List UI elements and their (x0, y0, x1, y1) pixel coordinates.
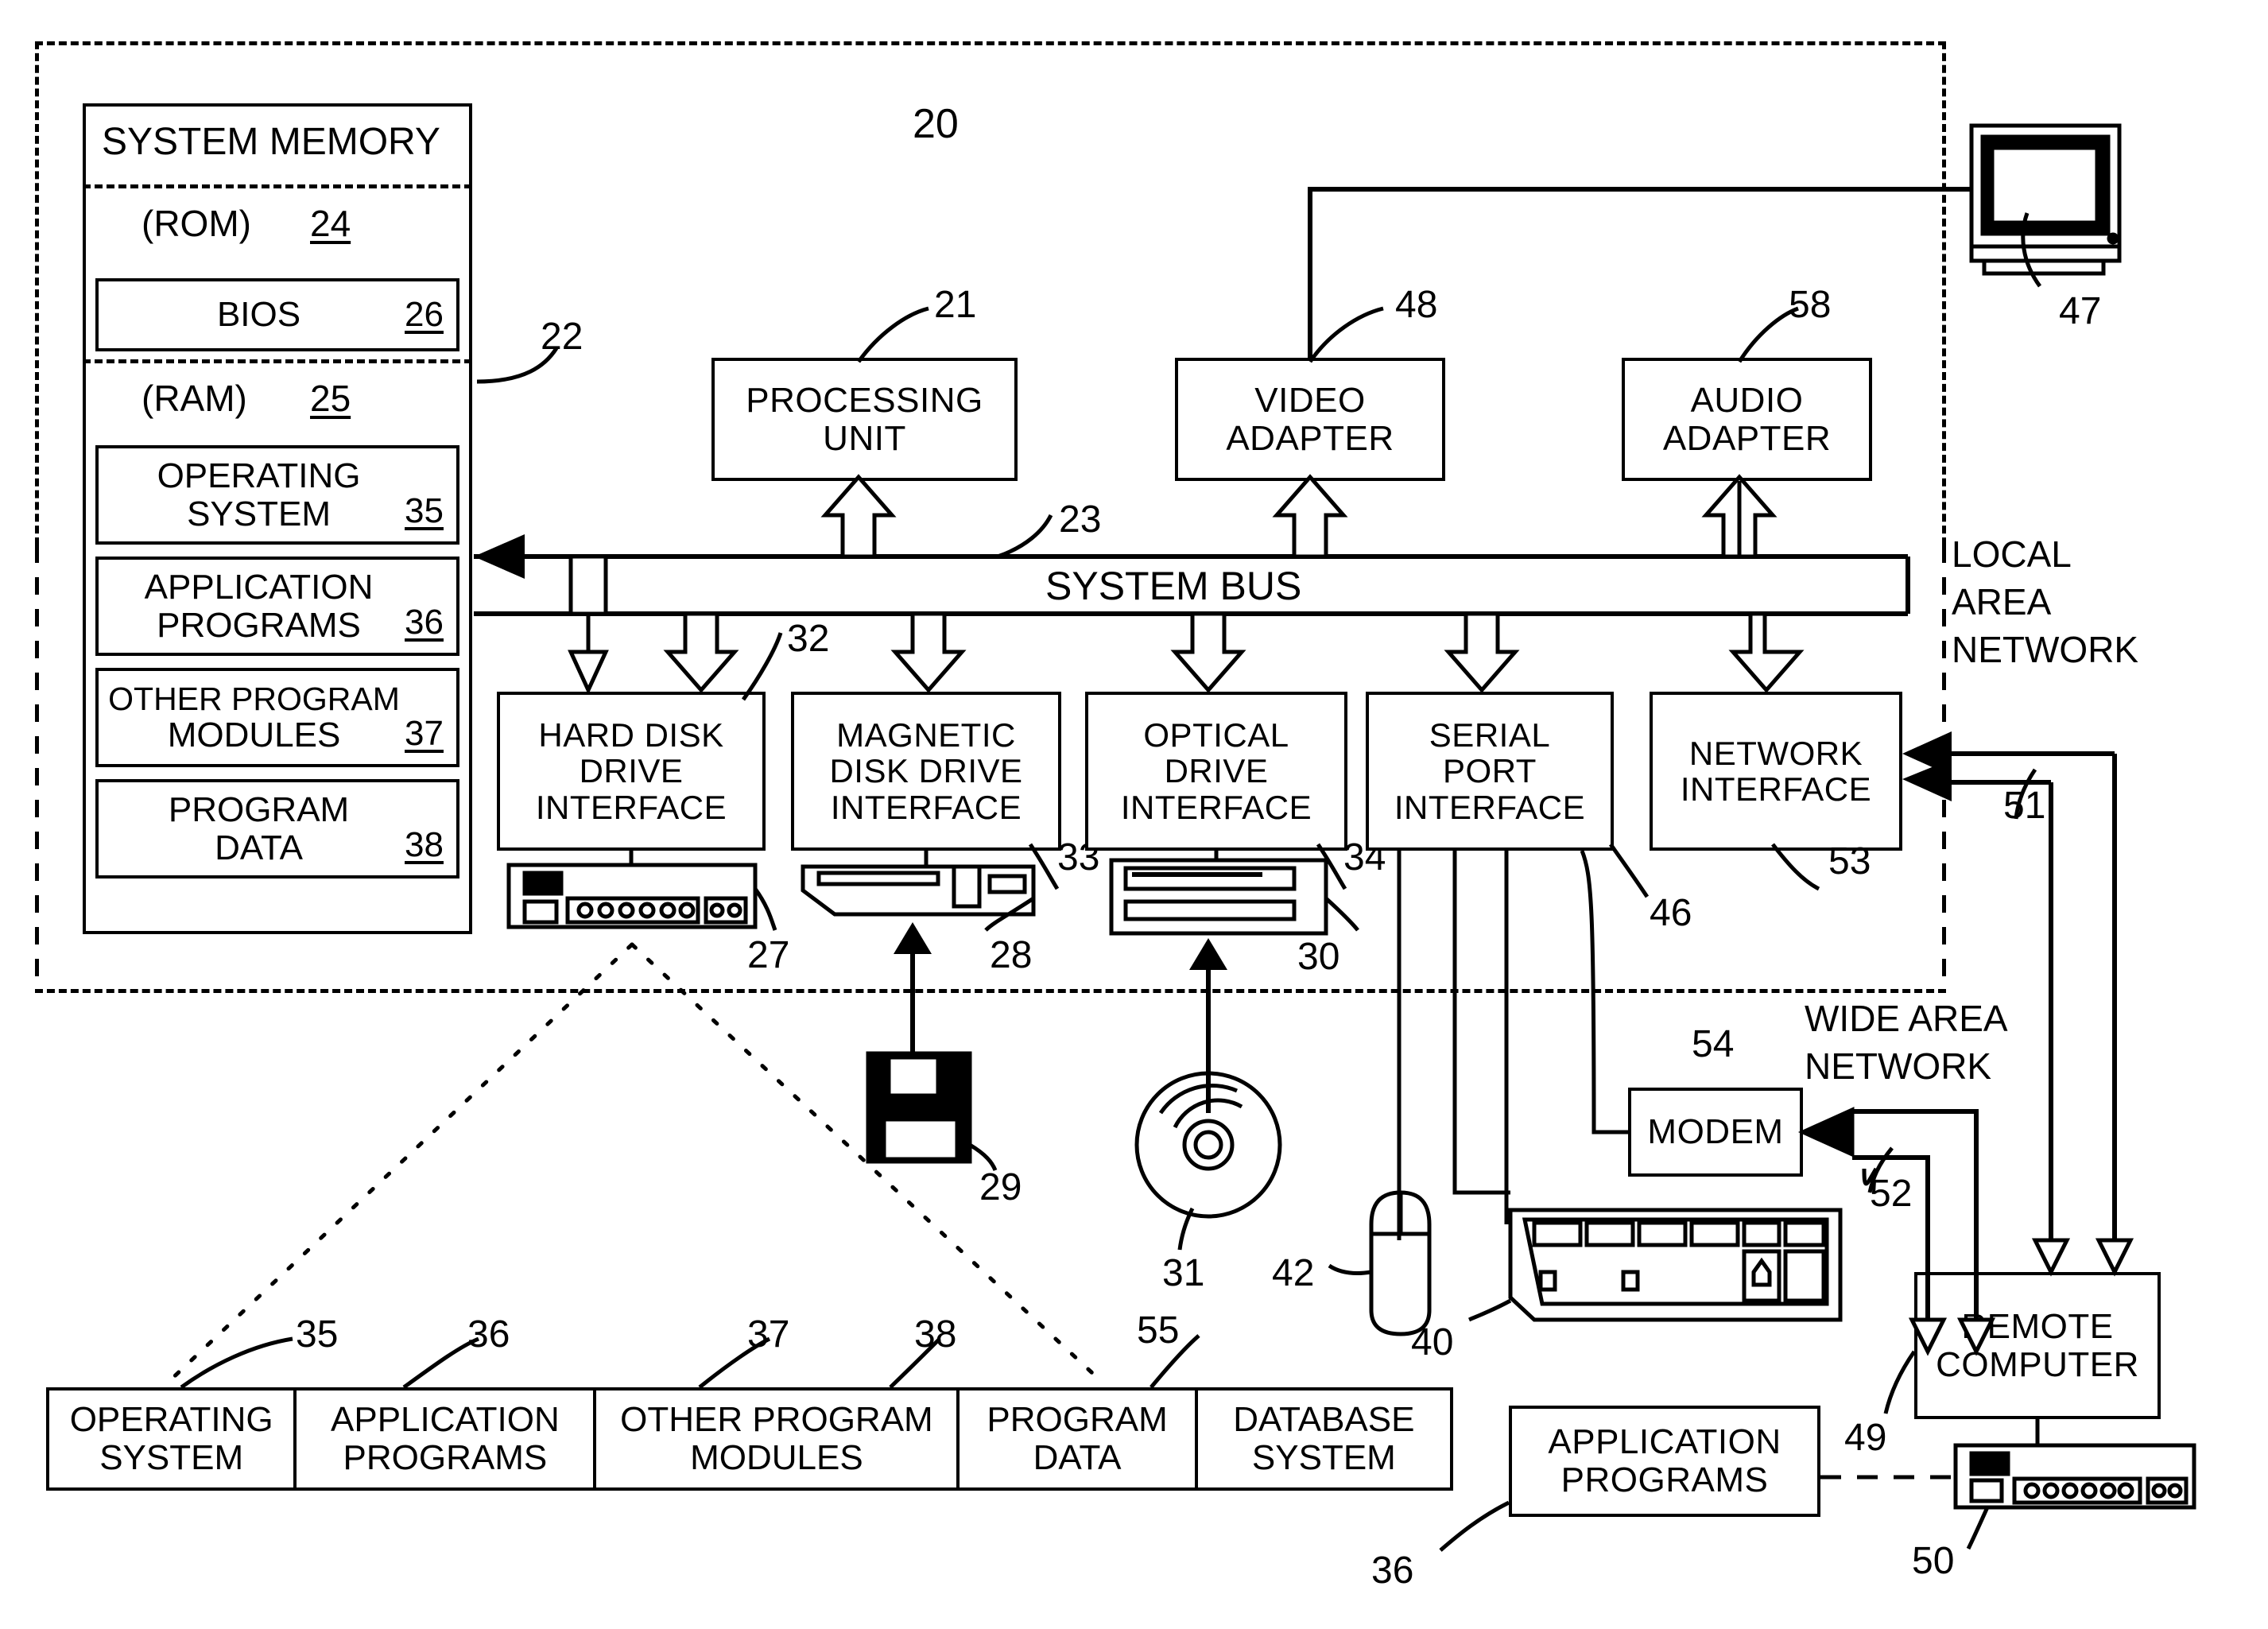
figure-linework (165, 123, 2196, 1552)
patent-figure: 20 SYSTEM MEMORY (ROM) 24 BIOS 26 (RAM) … (0, 0, 2268, 1629)
